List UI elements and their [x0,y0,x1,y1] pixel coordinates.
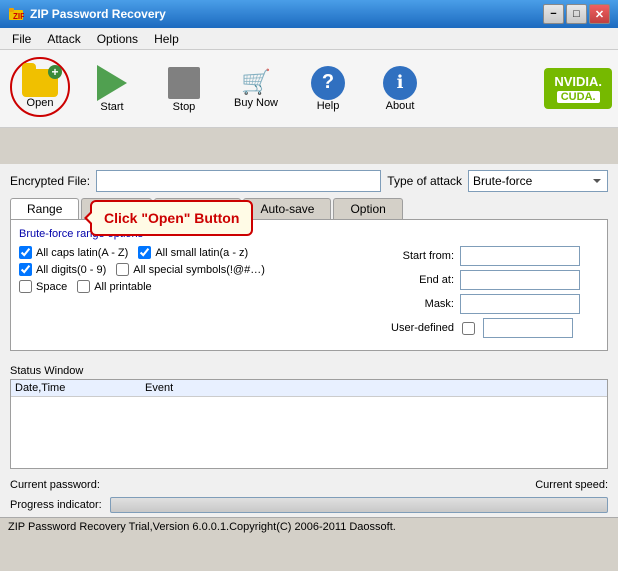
file-section: Encrypted File: Type of attack Brute-for… [0,164,618,361]
window-controls: − □ ✕ [543,4,610,24]
attack-type-label: Type of attack [387,174,462,188]
open-button[interactable]: + Open [6,55,74,123]
checkbox-all-digits[interactable]: All digits(0 - 9) [19,263,106,276]
end-at-input[interactable] [460,270,580,290]
callout-tooltip: Click "Open" Button [90,200,253,236]
progress-bar [110,497,608,513]
start-button[interactable]: Start [78,55,146,123]
open-icon: + [22,69,58,97]
start-from-label: Start from: [379,250,454,262]
toolbar: + Open Start Stop 🛒 Buy Now ? Help ℹ Abo… [0,50,618,128]
buynow-label: Buy Now [234,97,278,109]
checkbox-space[interactable]: Space [19,280,67,293]
progress-row: Progress indicator: [0,495,618,517]
user-defined-checkbox[interactable] [462,322,475,335]
field-mask: Mask: [379,294,599,314]
footer: ZIP Password Recovery Trial,Version 6.0.… [0,517,618,536]
menu-help[interactable]: Help [146,30,187,48]
right-fields: Start from: End at: Mask: User-defined [379,246,599,342]
minimize-button[interactable]: − [543,4,564,24]
open-label: Open [27,97,54,109]
cart-icon: 🛒 [241,68,271,97]
status-header: Date,Time Event [11,380,607,397]
encrypted-file-label: Encrypted File: [10,174,90,188]
stop-label: Stop [173,101,196,113]
window-title: ZIP Password Recovery [30,7,543,21]
checkbox-all-printable[interactable]: All printable [77,280,151,293]
range-tab-panel: Brute-force range options All caps latin… [10,219,608,351]
menu-bar: File Attack Options Help [0,28,618,50]
encrypted-file-row: Encrypted File: Type of attack Brute-for… [10,170,608,192]
nvidia-text: NVIDIA. [554,74,602,89]
cuda-text: CUDA. [557,91,600,103]
end-at-label: End at: [379,274,454,286]
status-date-header: Date,Time [15,382,145,394]
field-start-from: Start from: [379,246,599,266]
start-from-input[interactable] [460,246,580,266]
current-speed-label: Current speed: [535,479,608,491]
menu-attack[interactable]: Attack [39,30,88,48]
menu-options[interactable]: Options [89,30,146,48]
buynow-button[interactable]: 🛒 Buy Now [222,55,290,123]
help-button[interactable]: ? Help [294,55,362,123]
checkbox-all-special[interactable]: All special symbols(!@#…) [116,263,265,276]
app-icon: ZIP [8,6,24,22]
status-event-header: Event [145,382,603,394]
stop-icon [164,65,204,101]
user-defined-label: User-defined [379,322,454,334]
stop-button[interactable]: Stop [150,55,218,123]
checkbox-all-small[interactable]: All small latin(a - z) [138,246,248,259]
checkbox-row-2: All digits(0 - 9) All special symbols(!@… [19,263,369,276]
start-icon [92,65,132,101]
restore-button[interactable]: □ [566,4,587,24]
attack-type-select[interactable]: Brute-force Dictionary Mixed [468,170,608,192]
title-bar: ZIP ZIP Password Recovery − □ ✕ [0,0,618,28]
status-body [11,397,607,467]
mask-input[interactable] [460,294,580,314]
about-icon: ℹ [383,66,417,100]
attack-type-row: Type of attack Brute-force Dictionary Mi… [387,170,608,192]
status-table: Date,Time Event [10,379,608,469]
close-button[interactable]: ✕ [589,4,610,24]
encrypted-file-input[interactable] [96,170,381,192]
field-end-at: End at: [379,270,599,290]
about-label: About [386,100,415,112]
bottom-info: Current password: Current speed: [0,475,618,495]
tab-autosave[interactable]: Auto-save [243,198,331,219]
checkbox-all-caps[interactable]: All caps latin(A - Z) [19,246,128,259]
footer-text: ZIP Password Recovery Trial,Version 6.0.… [8,521,396,533]
svg-text:ZIP: ZIP [13,12,24,21]
help-icon: ? [311,66,345,100]
about-button[interactable]: ℹ About [366,55,434,123]
user-defined-input[interactable] [483,318,573,338]
start-label: Start [100,101,123,113]
tab-inner: All caps latin(A - Z) All small latin(a … [19,246,599,342]
current-password-label: Current password: [10,479,100,491]
checkbox-row-1: All caps latin(A - Z) All small latin(a … [19,246,369,259]
field-user-defined: User-defined [379,318,599,338]
help-label: Help [317,100,340,112]
menu-file[interactable]: File [4,30,39,48]
progress-indicator-label: Progress indicator: [10,499,102,511]
nvidia-badge: NVIDIA. CUDA. [544,68,612,109]
left-options: All caps latin(A - Z) All small latin(a … [19,246,369,342]
mask-label: Mask: [379,298,454,310]
status-section: Status Window Date,Time Event [0,361,618,475]
status-title: Status Window [10,365,608,377]
checkbox-row-3: Space All printable [19,280,369,293]
tab-range[interactable]: Range [10,198,79,219]
tab-option[interactable]: Option [333,198,402,219]
